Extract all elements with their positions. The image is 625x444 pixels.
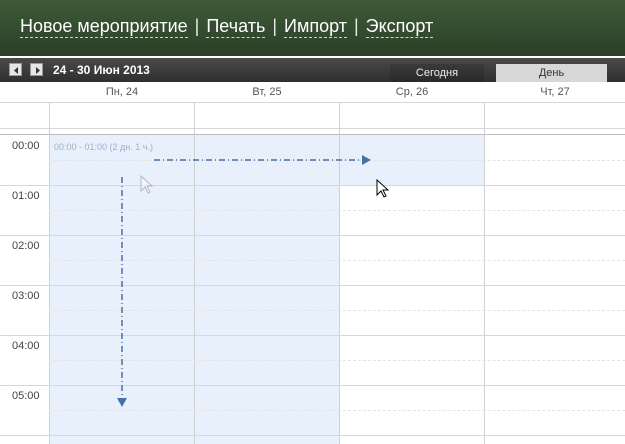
cursor-ghost-icon bbox=[140, 174, 154, 194]
cursor-icon bbox=[376, 178, 390, 198]
arrow-right-icon bbox=[362, 155, 371, 165]
drag-overlay bbox=[117, 155, 390, 407]
arrow-down-icon bbox=[117, 398, 127, 407]
